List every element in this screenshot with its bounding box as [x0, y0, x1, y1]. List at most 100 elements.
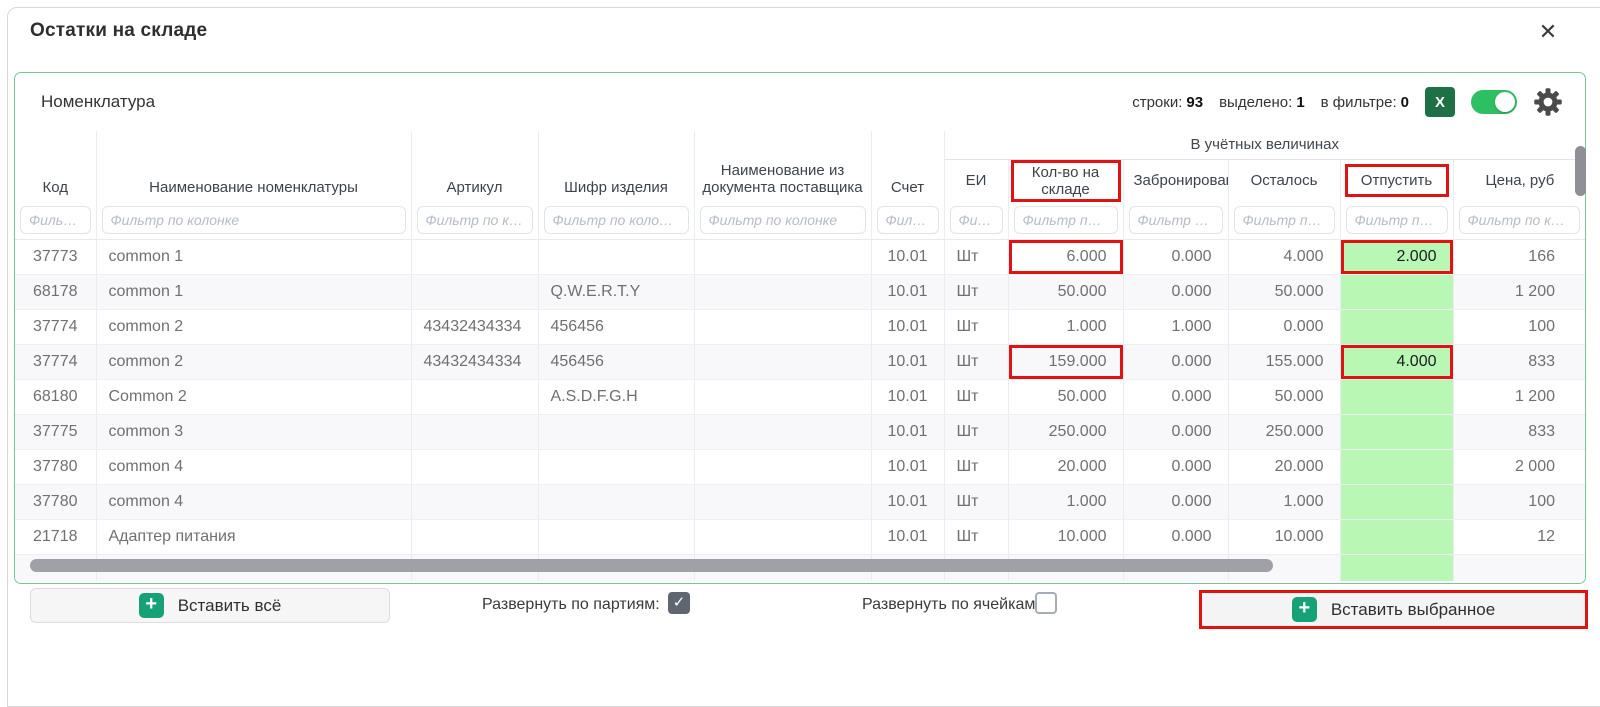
cell-release[interactable] — [1340, 309, 1453, 344]
table-row[interactable]: 37774 common 2 43432434334 456456 10.01 … — [15, 309, 1585, 344]
cell-reserved[interactable]: 0.000 — [1123, 344, 1228, 379]
table-row[interactable]: 37773 common 1 10.01 Шт 6.000 0.000 4.00… — [15, 239, 1585, 274]
cell-price[interactable]: 100 — [1453, 309, 1585, 344]
cell-unit[interactable]: Шт — [944, 414, 1008, 449]
excel-export-button[interactable]: X — [1425, 87, 1455, 117]
cell-supplier-doc-name[interactable] — [694, 379, 871, 414]
cell-release[interactable] — [1340, 449, 1453, 484]
cell-name[interactable]: common 2 — [96, 344, 411, 379]
cell-price[interactable]: 2 000 — [1453, 449, 1585, 484]
col-header-supplier-doc-name[interactable]: Наименование из документа поставщика — [694, 131, 871, 202]
cell-cipher[interactable]: Q.W.E.R.T.Y — [538, 274, 694, 309]
col-header-unit[interactable]: ЕИ — [944, 159, 1008, 202]
col-header-article[interactable]: Артикул — [411, 131, 538, 202]
close-icon[interactable]: ✕ — [1534, 18, 1562, 46]
cell-account[interactable]: 10.01 — [871, 239, 944, 274]
cell-supplier-doc-name[interactable] — [694, 414, 871, 449]
cell-name[interactable]: common 3 — [96, 414, 411, 449]
cell-article[interactable] — [411, 379, 538, 414]
filter-input-remaining[interactable] — [1234, 206, 1335, 234]
cell-remaining[interactable]: 50.000 — [1228, 274, 1340, 309]
cell-remaining[interactable]: 0.000 — [1228, 309, 1340, 344]
cell-name[interactable]: common 4 — [96, 449, 411, 484]
cell-account[interactable]: 10.01 — [871, 274, 944, 309]
insert-all-button[interactable]: + Вставить всё — [30, 588, 390, 623]
cell-unit[interactable]: Шт — [944, 239, 1008, 274]
cell-code[interactable]: 21718 — [15, 519, 96, 554]
table-row[interactable]: 37774 common 2 43432434334 456456 10.01 … — [15, 344, 1585, 379]
cell-qty[interactable]: 50.000 — [1008, 274, 1123, 309]
cell-remaining[interactable]: 155.000 — [1228, 344, 1340, 379]
cell-supplier-doc-name[interactable] — [694, 274, 871, 309]
filter-input-unit[interactable] — [950, 206, 1003, 234]
cell-price[interactable]: 100 — [1453, 484, 1585, 519]
cell-supplier-doc-name[interactable] — [694, 519, 871, 554]
cell-remaining[interactable]: 4.000 — [1228, 239, 1340, 274]
table-row[interactable]: 21718 Адаптер питания 10.01 Шт 10.000 0.… — [15, 519, 1585, 554]
filter-input-price[interactable] — [1459, 206, 1581, 234]
cell-unit[interactable]: Шт — [944, 344, 1008, 379]
table-row[interactable]: 68178 common 1 Q.W.E.R.T.Y 10.01 Шт 50.0… — [15, 274, 1585, 309]
table-row[interactable]: 37780 common 4 10.01 Шт 1.000 0.000 1.00… — [15, 484, 1585, 519]
vertical-scrollbar-thumb[interactable] — [1575, 146, 1586, 196]
cell-code[interactable]: 37775 — [15, 414, 96, 449]
filter-input-name[interactable] — [102, 206, 406, 234]
cell-article[interactable]: 43432434334 — [411, 309, 538, 344]
cell-article[interactable] — [411, 239, 538, 274]
cell-code[interactable]: 37780 — [15, 449, 96, 484]
cell-name[interactable]: common 1 — [96, 274, 411, 309]
cell-release[interactable] — [1340, 519, 1453, 554]
col-header-release[interactable]: Отпустить — [1340, 159, 1453, 202]
cell-qty[interactable]: 1.000 — [1008, 484, 1123, 519]
cell-name[interactable]: common 4 — [96, 484, 411, 519]
cell-remaining[interactable]: 1.000 — [1228, 484, 1340, 519]
cell-reserved[interactable]: 0.000 — [1123, 379, 1228, 414]
cell-name[interactable]: Common 2 — [96, 379, 411, 414]
cell-article[interactable] — [411, 484, 538, 519]
cell-supplier-doc-name[interactable] — [694, 239, 871, 274]
cell-reserved[interactable]: 0.000 — [1123, 449, 1228, 484]
cell-cipher[interactable] — [538, 484, 694, 519]
cell-article[interactable] — [411, 519, 538, 554]
cell-release[interactable] — [1340, 484, 1453, 519]
cell-remaining[interactable]: 10.000 — [1228, 519, 1340, 554]
col-header-qty-in-stock[interactable]: Кол-во на складе — [1008, 159, 1123, 202]
col-header-cipher[interactable]: Шифр изделия — [538, 131, 694, 202]
cell-account[interactable]: 10.01 — [871, 309, 944, 344]
cell-reserved[interactable]: 0.000 — [1123, 414, 1228, 449]
col-header-price[interactable]: Цена, руб — [1453, 159, 1585, 202]
cell-name[interactable]: Адаптер питания — [96, 519, 411, 554]
cell-cipher[interactable] — [538, 239, 694, 274]
cell-unit[interactable]: Шт — [944, 274, 1008, 309]
cell-reserved[interactable]: 0.000 — [1123, 484, 1228, 519]
cell-price[interactable]: 166 — [1453, 239, 1585, 274]
cell-remaining[interactable]: 250.000 — [1228, 414, 1340, 449]
cell-supplier-doc-name[interactable] — [694, 309, 871, 344]
cell-qty[interactable]: 50.000 — [1008, 379, 1123, 414]
cell-cipher[interactable] — [538, 414, 694, 449]
cell-unit[interactable]: Шт — [944, 309, 1008, 344]
cell-code[interactable]: 68178 — [15, 274, 96, 309]
cell-article[interactable] — [411, 449, 538, 484]
cell-code[interactable]: 37774 — [15, 309, 96, 344]
cell-code[interactable]: 37780 — [15, 484, 96, 519]
table-row[interactable]: 37775 common 3 10.01 Шт 250.000 0.000 25… — [15, 414, 1585, 449]
filter-input-supplier-doc-name[interactable] — [700, 206, 866, 234]
cell-account[interactable]: 10.01 — [871, 484, 944, 519]
cell-code[interactable]: 37774 — [15, 344, 96, 379]
cell-cipher[interactable]: 456456 — [538, 309, 694, 344]
cell-qty-annotated[interactable]: 6.000 — [1008, 239, 1123, 274]
cell-code[interactable]: 37773 — [15, 239, 96, 274]
cell-supplier-doc-name[interactable] — [694, 484, 871, 519]
cell-unit[interactable]: Шт — [944, 449, 1008, 484]
cell-unit[interactable]: Шт — [944, 379, 1008, 414]
cell-account[interactable]: 10.01 — [871, 414, 944, 449]
cell-price[interactable]: 1 200 — [1453, 379, 1585, 414]
cell-release[interactable] — [1340, 274, 1453, 309]
cell-price[interactable]: 1 200 — [1453, 274, 1585, 309]
cell-article[interactable]: 43432434334 — [411, 344, 538, 379]
filter-input-cipher[interactable] — [544, 206, 689, 234]
cell-cipher[interactable] — [538, 519, 694, 554]
cell-article[interactable] — [411, 274, 538, 309]
table-row[interactable]: 37780 common 4 10.01 Шт 20.000 0.000 20.… — [15, 449, 1585, 484]
